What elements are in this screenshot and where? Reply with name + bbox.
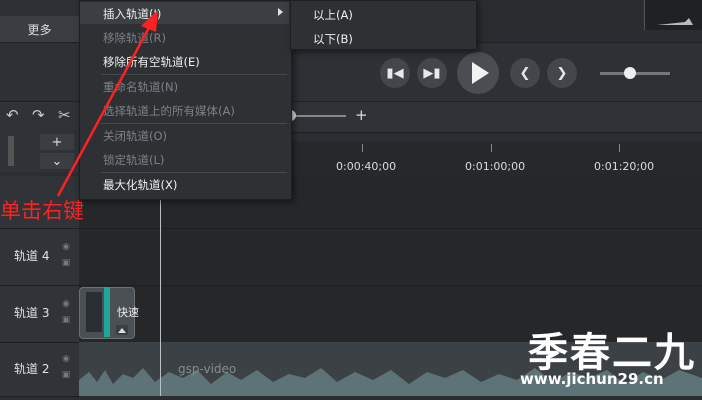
annotation-text: 单击右键	[0, 199, 84, 223]
watermark-url: www.jichun29.cn	[520, 370, 664, 388]
